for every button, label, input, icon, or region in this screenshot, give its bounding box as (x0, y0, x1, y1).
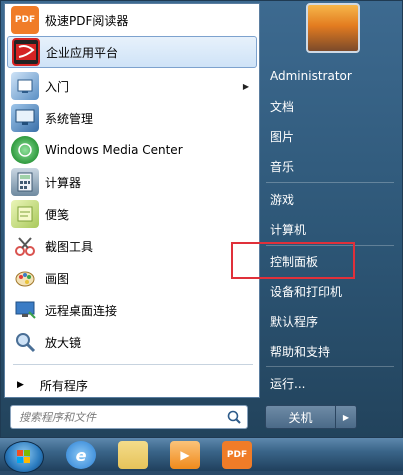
pictures-link[interactable]: 图片 (264, 123, 394, 149)
annotation-highlight-box (231, 242, 355, 279)
program-paint[interactable]: 画图 (7, 262, 257, 294)
calculator-icon (11, 168, 39, 196)
search-input[interactable] (17, 407, 221, 427)
snipping-tool-icon (11, 232, 39, 260)
program-label: 计算器 (45, 175, 82, 190)
program-magnifier[interactable]: 放大镜 (7, 326, 257, 358)
program-enterprise-app[interactable]: 企业应用平台 (7, 36, 257, 68)
program-label: Windows Media Center (45, 143, 183, 157)
program-label: 企业应用平台 (46, 45, 119, 60)
divider (13, 364, 253, 365)
games-link[interactable]: 游戏 (264, 186, 394, 212)
program-label: 入门 (45, 79, 70, 94)
help-support-link[interactable]: 帮助和支持 (264, 338, 394, 364)
music-link[interactable]: 音乐 (264, 153, 394, 179)
internet-explorer-icon[interactable]: e (66, 441, 96, 469)
enterprise-app-icon (12, 38, 40, 66)
pdf-reader-taskbar-icon[interactable]: PDF (222, 441, 252, 469)
program-media-center[interactable]: Windows Media Center (7, 134, 257, 166)
paint-icon (11, 264, 39, 292)
shutdown-button[interactable]: 关机 (265, 405, 336, 429)
program-sticky-notes[interactable]: 便笺 (7, 198, 257, 230)
media-center-icon (11, 136, 39, 164)
divider (266, 366, 394, 367)
program-label: 远程桌面连接 (45, 303, 118, 318)
program-label: 便笺 (45, 207, 70, 222)
user-avatar[interactable] (306, 3, 360, 53)
computer-link[interactable]: 计算机 (264, 216, 394, 242)
media-player-icon[interactable]: ▶ (170, 441, 200, 469)
user-name-link[interactable]: Administrator (264, 63, 394, 89)
program-label: 截图工具 (45, 239, 94, 254)
program-calculator[interactable]: 计算器 (7, 166, 257, 198)
remote-desktop-icon (11, 296, 39, 324)
program-label: 放大镜 (45, 335, 82, 350)
file-explorer-icon[interactable] (118, 441, 148, 469)
submenu-arrow-icon[interactable]: ▶ (243, 82, 249, 91)
program-label: 系统管理 (45, 111, 94, 126)
program-pdf-reader[interactable]: PDF 极速PDF阅读器 (7, 4, 257, 36)
all-programs-arrow-icon: ▶ (17, 380, 24, 390)
divider (266, 182, 394, 183)
program-remote-desktop[interactable]: 远程桌面连接 (7, 294, 257, 326)
pdf-reader-icon: PDF (11, 6, 39, 34)
taskbar (0, 438, 403, 471)
program-label: 极速PDF阅读器 (45, 13, 129, 28)
program-snipping-tool[interactable]: 截图工具 (7, 230, 257, 262)
shutdown-options-arrow-icon[interactable]: ▶ (336, 405, 357, 429)
program-system-management[interactable]: 系统管理 (7, 102, 257, 134)
magnifier-icon (11, 328, 39, 356)
program-getting-started[interactable]: 入门 ▶ (7, 70, 257, 102)
all-programs-label: 所有程序 (39, 378, 88, 393)
programs-panel: PDF 极速PDF阅读器 企业应用平台 入门 ▶ 系统管理 Windows Me… (4, 3, 260, 398)
run-link[interactable]: 运行... (264, 370, 394, 396)
start-orb-icon[interactable] (4, 441, 44, 473)
documents-link[interactable]: 文档 (264, 93, 394, 119)
search-icon[interactable] (225, 409, 243, 425)
search-box[interactable] (10, 405, 248, 429)
shutdown-control[interactable]: 关机 ▶ (265, 405, 357, 429)
sticky-notes-icon (11, 200, 39, 228)
all-programs-button[interactable]: ▶ 所有程序 (7, 374, 257, 396)
default-programs-link[interactable]: 默认程序 (264, 308, 394, 334)
devices-printers-link[interactable]: 设备和打印机 (264, 278, 394, 304)
system-management-icon (11, 104, 39, 132)
program-label: 画图 (45, 271, 70, 286)
getting-started-icon (11, 72, 39, 100)
